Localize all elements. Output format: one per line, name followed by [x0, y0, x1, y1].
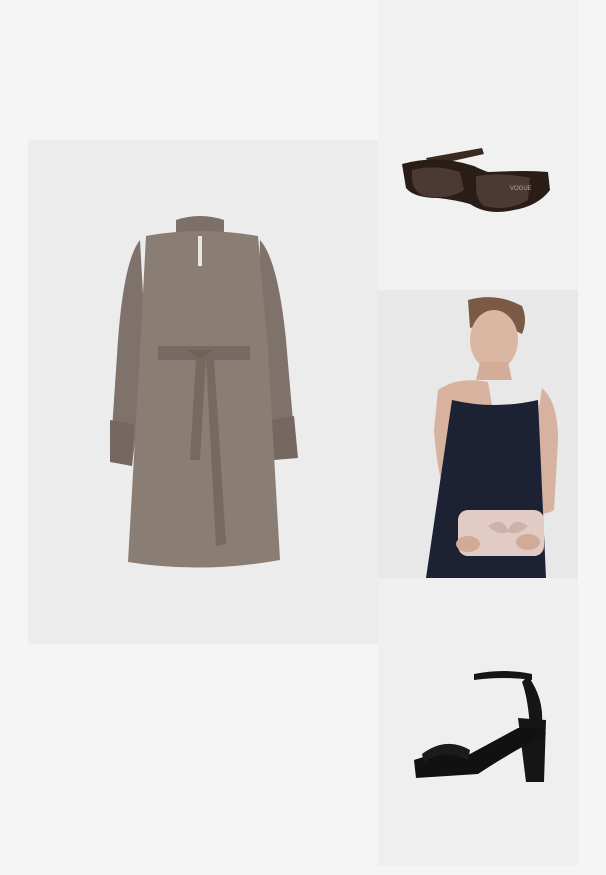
sunglasses-image: VOGUE	[402, 148, 550, 212]
dress-image	[110, 216, 298, 568]
product-tile-clutch[interactable]: bow-clutch-bag	[378, 290, 578, 578]
product-tile-sunglasses[interactable]: VOGUE rectangle-sunglasses	[378, 0, 578, 290]
clutch-image	[426, 297, 558, 578]
sunglasses-logo: VOGUE	[510, 186, 532, 192]
product-tile-dress[interactable]: belted-shirt-dress	[28, 140, 378, 644]
product-tile-sandals[interactable]: platform-sandals	[378, 578, 578, 866]
sandals-image	[414, 671, 546, 782]
